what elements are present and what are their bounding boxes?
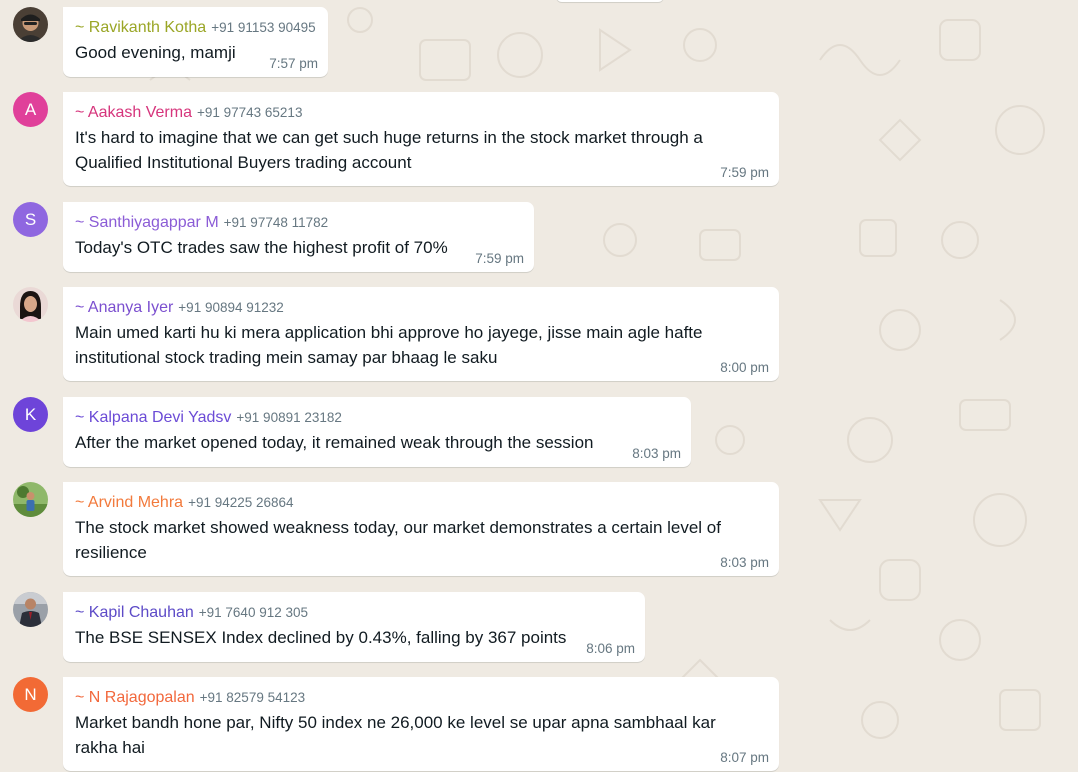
message-text-line: rakha hai [75,738,145,757]
message-text: After the market opened today, it remain… [75,430,681,455]
sender-phone: +91 90894 91232 [178,300,284,315]
message-text: Main umed karti hu ki mera application b… [75,320,769,370]
sender-phone: +91 7640 912 305 [198,605,308,620]
avatar[interactable] [13,482,48,517]
message-text-line: The stock market showed weakness today, … [75,518,721,537]
message-time: 7:59 pm [720,165,769,180]
sender-name[interactable]: ~ Santhiyagappar M [75,214,219,231]
profile-photo-outdoor-icon [13,482,48,517]
avatar[interactable] [13,7,48,42]
message-time: 8:07 pm [720,750,769,765]
message-text: Today's OTC trades saw the highest profi… [75,235,524,260]
message-text-line: institutional stock trading mein samay p… [75,348,498,367]
avatar[interactable]: N [13,677,48,712]
message-text: Market bandh hone par, Nifty 50 index ne… [75,710,769,760]
message-text-line: It's hard to imagine that we can get suc… [75,128,703,147]
message-text-line: Today's OTC trades saw the highest profi… [75,238,448,257]
avatar-letter: A [24,99,37,119]
message-time: 8:00 pm [720,360,769,375]
avatar[interactable]: S [13,202,48,237]
message-text: The stock market showed weakness today, … [75,515,769,565]
sender-phone: +91 97748 11782 [223,215,329,230]
sender-name[interactable]: ~ N Rajagopalan [75,689,195,706]
profile-photo-woman-icon [13,287,48,322]
sender-phone: +91 97743 65213 [196,105,303,120]
previous-message-fragment [556,0,664,2]
avatar[interactable] [13,592,48,627]
message-text-line: After the market opened today, it remain… [75,433,594,452]
sender-name[interactable]: ~ Kapil Chauhan [75,604,194,621]
sender-name[interactable]: ~ Kalpana Devi Yadsv [75,409,231,426]
sender-phone: +91 91153 90495 [211,20,316,35]
sender-phone: +91 90891 23182 [236,410,342,425]
profile-photo-man-cap-icon [13,7,48,42]
message-text-line: resilience [75,543,147,562]
avatar-letter: K [24,404,37,424]
message-text-line: Qualified Institutional Buyers trading a… [75,153,412,172]
sender-phone: +91 82579 54123 [199,690,306,705]
message-bubble[interactable]: ~ Ravikanth Kotha +91 91153 90495 Good ev… [63,7,328,77]
avatar[interactable]: A [13,92,48,127]
message-text-line: Main umed karti hu ki mera application b… [75,323,703,342]
message-time: 8:03 pm [720,555,769,570]
message-time: 7:59 pm [475,251,524,266]
message-text-line: Market bandh hone par, Nifty 50 index ne… [75,713,716,732]
avatar[interactable] [13,287,48,322]
avatar[interactable]: K [13,397,48,432]
message-bubble[interactable]: ~ Aakash Verma +91 97743 65213 It's hard … [63,92,779,186]
sender-name[interactable]: ~ Ravikanth Kotha [75,19,206,36]
profile-photo-man-suit-icon [13,592,48,627]
sender-name[interactable]: ~ Arvind Mehra [75,494,183,511]
sender-phone: +91 94225 26864 [188,495,294,510]
message-bubble[interactable]: ~ Santhiyagappar M +91 97748 11782 Today'… [63,202,534,272]
avatar-letter: N [24,684,37,704]
message-bubble[interactable]: ~ Arvind Mehra +91 94225 26864 The stock … [63,482,779,576]
sender-name[interactable]: ~ Ananya Iyer [75,299,173,316]
message-bubble[interactable]: ~ N Rajagopalan +91 82579 54123 Market ba… [63,677,779,771]
message-text-line: The BSE SENSEX Index declined by 0.43%, … [75,628,567,647]
message-text: It's hard to imagine that we can get suc… [75,125,769,175]
message-time: 8:06 pm [586,641,635,656]
message-bubble[interactable]: ~ Ananya Iyer +91 90894 91232 Main umed k… [63,287,779,381]
sender-name[interactable]: ~ Aakash Verma [75,104,192,121]
message-time: 8:03 pm [632,446,681,461]
message-time: 7:57 pm [269,56,318,71]
message-bubble[interactable]: ~ Kalpana Devi Yadsv +91 90891 23182 Afte… [63,397,691,467]
message-text: The BSE SENSEX Index declined by 0.43%, … [75,625,635,650]
message-bubble[interactable]: ~ Kapil Chauhan +91 7640 912 305 The BSE … [63,592,645,662]
avatar-letter: S [24,209,37,229]
